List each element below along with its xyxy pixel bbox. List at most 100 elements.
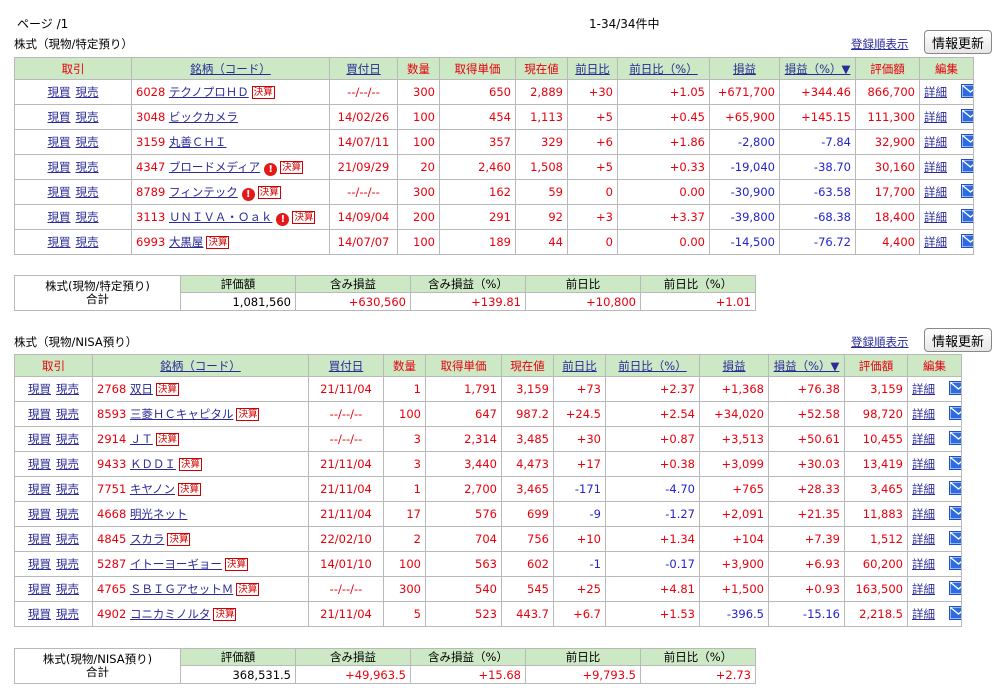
column-header[interactable]: 損益 — [709, 57, 780, 80]
column-header[interactable]: 損益（%）▼ — [779, 57, 856, 80]
detail-link[interactable]: 詳細 — [924, 185, 947, 199]
sell-link[interactable]: 現売 — [56, 507, 79, 521]
detail-link[interactable]: 詳細 — [912, 582, 935, 596]
sell-link[interactable]: 現売 — [76, 185, 99, 199]
mail-icon[interactable] — [961, 83, 973, 101]
mail-icon[interactable] — [949, 480, 961, 498]
mail-icon[interactable] — [949, 430, 961, 448]
mail-icon[interactable] — [961, 208, 973, 226]
refresh-button[interactable]: 情報更新 — [924, 30, 992, 54]
detail-link[interactable]: 詳細 — [912, 382, 935, 396]
stock-name-link[interactable]: 双日 — [130, 382, 153, 396]
earnings-badge[interactable]: 決算 — [206, 236, 230, 249]
buy-link[interactable]: 現買 — [28, 507, 51, 521]
sell-link[interactable]: 現売 — [76, 235, 99, 249]
column-header[interactable]: 前日比（%） — [605, 354, 700, 377]
earnings-badge[interactable]: 決算 — [213, 608, 237, 621]
detail-link[interactable]: 詳細 — [912, 532, 935, 546]
column-header[interactable]: 銘柄（コード） — [92, 354, 309, 377]
earnings-badge[interactable]: 決算 — [155, 383, 179, 396]
buy-link[interactable]: 現買 — [48, 185, 71, 199]
mail-icon[interactable] — [949, 580, 961, 598]
stock-name-link[interactable]: ビックカメラ — [169, 110, 238, 124]
mail-icon[interactable] — [949, 555, 961, 573]
buy-link[interactable]: 現買 — [48, 235, 71, 249]
detail-link[interactable]: 詳細 — [912, 507, 935, 521]
mail-icon[interactable] — [949, 505, 961, 523]
sell-link[interactable]: 現売 — [76, 110, 99, 124]
column-header[interactable]: 前日比（%） — [617, 57, 710, 80]
sell-link[interactable]: 現売 — [76, 210, 99, 224]
mail-icon[interactable] — [949, 605, 961, 623]
stock-name-link[interactable]: ＫＤＤＩ — [130, 457, 176, 471]
sell-link[interactable]: 現売 — [56, 407, 79, 421]
earnings-badge[interactable]: 決算 — [155, 433, 179, 446]
detail-link[interactable]: 詳細 — [924, 235, 947, 249]
buy-link[interactable]: 現買 — [48, 210, 71, 224]
buy-link[interactable]: 現買 — [48, 110, 71, 124]
stock-name-link[interactable]: イトーヨーギョー — [130, 557, 222, 571]
stock-name-link[interactable]: スカラ — [130, 532, 165, 546]
sell-link[interactable]: 現売 — [56, 482, 79, 496]
detail-link[interactable]: 詳細 — [912, 607, 935, 621]
buy-link[interactable]: 現買 — [28, 607, 51, 621]
mail-icon[interactable] — [961, 133, 973, 151]
sell-link[interactable]: 現売 — [56, 432, 79, 446]
stock-name-link[interactable]: ＵＮＩＶＡ・Ｏａｋ — [169, 210, 273, 224]
mail-icon[interactable] — [949, 530, 961, 548]
column-header[interactable]: 買付日 — [329, 57, 398, 80]
detail-link[interactable]: 詳細 — [924, 110, 947, 124]
stock-name-link[interactable]: ＪＴ — [130, 432, 153, 446]
buy-link[interactable]: 現買 — [28, 407, 51, 421]
sell-link[interactable]: 現売 — [56, 607, 79, 621]
buy-link[interactable]: 現買 — [48, 85, 71, 99]
registration-order-link[interactable]: 登録順表示 — [851, 36, 909, 52]
mail-icon[interactable] — [961, 158, 973, 176]
stock-name-link[interactable]: ブロードメディア — [169, 160, 260, 174]
stock-name-link[interactable]: 明光ネット — [130, 507, 188, 521]
earnings-badge[interactable]: 決算 — [251, 86, 275, 99]
stock-name-link[interactable]: 丸善ＣＨＩ — [169, 135, 227, 149]
stock-name-link[interactable]: 三菱ＨＣキャピタル — [130, 407, 234, 421]
earnings-badge[interactable]: 決算 — [236, 583, 260, 596]
column-header[interactable]: 前日比 — [567, 57, 618, 80]
stock-name-link[interactable]: ＳＢＩＧアセットＭ — [130, 582, 233, 596]
column-header[interactable]: 銘柄（コード） — [131, 57, 330, 80]
stock-name-link[interactable]: コニカミノルタ — [130, 607, 211, 621]
mail-icon[interactable] — [961, 108, 973, 126]
detail-link[interactable]: 詳細 — [912, 432, 935, 446]
detail-link[interactable]: 詳細 — [912, 482, 935, 496]
earnings-badge[interactable]: 決算 — [224, 558, 248, 571]
buy-link[interactable]: 現買 — [28, 582, 51, 596]
buy-link[interactable]: 現買 — [28, 482, 51, 496]
buy-link[interactable]: 現買 — [28, 532, 51, 546]
sell-link[interactable]: 現売 — [76, 135, 99, 149]
column-header[interactable]: 損益（%）▼ — [768, 354, 845, 377]
column-header[interactable]: 損益 — [699, 354, 769, 377]
column-header[interactable]: 前日比 — [553, 354, 606, 377]
earnings-badge[interactable]: 決算 — [167, 533, 191, 546]
column-header[interactable]: 買付日 — [308, 354, 384, 377]
sell-link[interactable]: 現売 — [56, 557, 79, 571]
earnings-badge[interactable]: 決算 — [236, 408, 260, 421]
sell-link[interactable]: 現売 — [76, 85, 99, 99]
mail-icon[interactable] — [961, 233, 973, 251]
mail-icon[interactable] — [949, 405, 961, 423]
stock-name-link[interactable]: フィンテック — [169, 185, 238, 199]
earnings-badge[interactable]: 決算 — [257, 185, 281, 199]
earnings-badge[interactable]: 決算 — [178, 458, 202, 471]
buy-link[interactable]: 現買 — [28, 557, 51, 571]
buy-link[interactable]: 現買 — [48, 160, 71, 174]
stock-name-link[interactable]: テクノプロＨＤ — [169, 85, 249, 99]
sell-link[interactable]: 現売 — [56, 582, 79, 596]
stock-name-link[interactable]: キヤノン — [130, 482, 175, 496]
detail-link[interactable]: 詳細 — [924, 210, 947, 224]
earnings-badge[interactable]: 決算 — [280, 160, 304, 174]
earnings-badge[interactable]: 決算 — [178, 483, 202, 496]
sell-link[interactable]: 現売 — [56, 382, 79, 396]
detail-link[interactable]: 詳細 — [912, 407, 935, 421]
sell-link[interactable]: 現売 — [56, 457, 79, 471]
buy-link[interactable]: 現買 — [28, 457, 51, 471]
mail-icon[interactable] — [949, 455, 961, 473]
stock-name-link[interactable]: 大黒屋 — [169, 235, 204, 249]
